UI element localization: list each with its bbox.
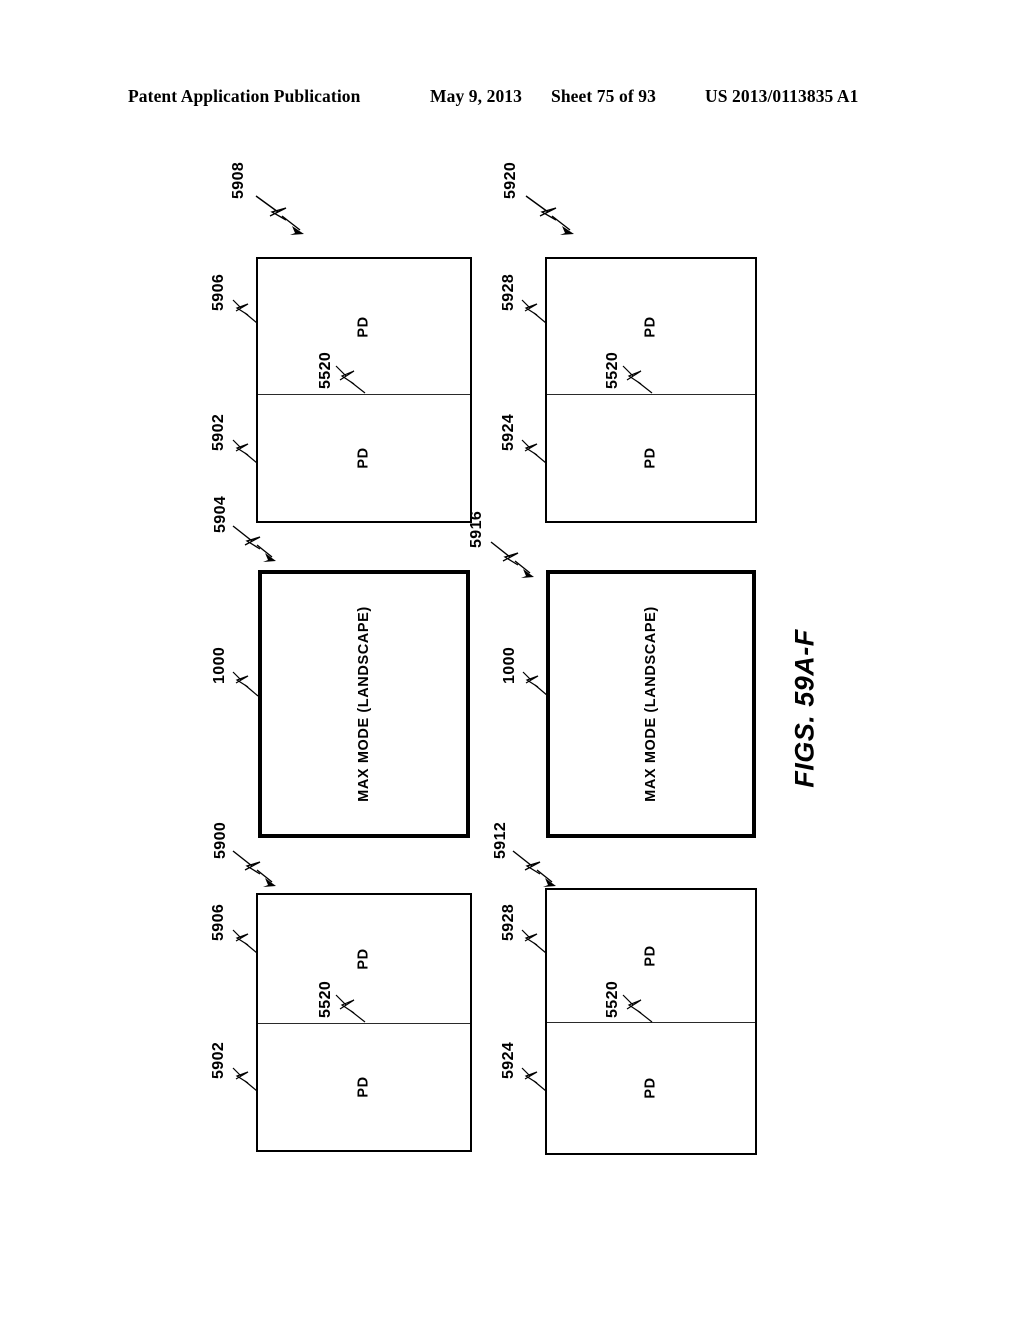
pane-upper-bottom-right: PD: [547, 890, 755, 1022]
lead-line-5902-bottom: [232, 1067, 258, 1092]
pane-upper-bottom-left: PD: [258, 895, 470, 1023]
ref-5924-top: 5924: [500, 413, 517, 451]
pane-label-upper-bottom-right: PD: [643, 945, 659, 967]
max-mode-label-right: MAX MODE (LANDSCAPE): [642, 606, 659, 802]
ref-5520-top-right: 5520: [604, 351, 621, 389]
ref-5924-bottom: 5924: [500, 1041, 517, 1079]
ref-5928-top: 5928: [500, 273, 517, 311]
ref-5908: 5908: [230, 161, 247, 199]
pane-label-lower-bottom-left: PD: [356, 1075, 372, 1098]
pane-label-lower-top-right: PD: [643, 446, 659, 469]
pane-upper-top-right: PD: [547, 259, 755, 394]
lead-line-5904: [232, 525, 276, 562]
ref-5912: 5912: [492, 821, 509, 859]
max-mode-label-wrap-right: MAX MODE (LANDSCAPE): [550, 574, 752, 834]
device-box-top-left: PD PD: [256, 257, 472, 523]
ref-5520-bottom-left: 5520: [317, 980, 334, 1018]
ref-1000-right: 1000: [501, 646, 518, 684]
ref-5928-bottom: 5928: [500, 903, 517, 941]
figure-caption: FIGS. 59A-F: [789, 629, 820, 788]
device-box-middle-right: MAX MODE (LANDSCAPE): [546, 570, 756, 838]
ref-5902-bottom: 5902: [210, 1041, 227, 1079]
lead-line-5902-top: [232, 439, 258, 464]
lead-line-5906-bottom: [232, 929, 258, 954]
pane-lower-bottom-right: PD: [547, 1022, 755, 1153]
lead-line-5924-top: [521, 439, 547, 464]
lead-line-5928-bottom: [521, 929, 547, 954]
ref-1000-left: 1000: [211, 646, 228, 684]
lead-line-5916: [490, 541, 534, 578]
pane-label-upper-top-right: PD: [643, 315, 659, 338]
lead-line-5908: [255, 195, 304, 235]
device-box-bottom-right: PD PD: [545, 888, 757, 1155]
patent-figure-canvas: PD PD 5908 5906 5902 5520 PD PD 5920 592…: [0, 0, 1024, 1320]
ref-5920: 5920: [502, 161, 519, 199]
lead-line-5924-bottom: [521, 1067, 547, 1092]
device-box-top-right: PD PD: [545, 257, 757, 523]
ref-5904: 5904: [212, 495, 229, 533]
lead-line-1000-left: [232, 671, 259, 697]
max-mode-label-wrap-left: MAX MODE (LANDSCAPE): [262, 574, 466, 834]
lead-line-5920: [525, 195, 574, 235]
ref-5916: 5916: [468, 510, 485, 548]
pane-label-upper-top-left: PD: [356, 315, 372, 338]
pane-lower-top-right: PD: [547, 394, 755, 521]
ref-5906-top: 5906: [210, 273, 227, 311]
ref-5906-bottom: 5906: [210, 903, 227, 941]
lead-line-5912: [512, 850, 556, 887]
max-mode-label-left: MAX MODE (LANDSCAPE): [355, 606, 372, 802]
ref-5900: 5900: [212, 821, 229, 859]
pane-label-lower-bottom-right: PD: [643, 1076, 659, 1099]
device-box-middle-left: MAX MODE (LANDSCAPE): [258, 570, 470, 838]
device-box-bottom-left: PD PD: [256, 893, 472, 1152]
ref-5520-top-left: 5520: [317, 351, 334, 389]
pane-label-lower-top-left: PD: [356, 446, 372, 469]
pane-label-upper-bottom-left: PD: [356, 948, 372, 970]
lead-line-5906-top: [232, 299, 258, 324]
pane-lower-bottom-left: PD: [258, 1023, 470, 1150]
lead-line-5900: [232, 850, 276, 887]
ref-5902-top: 5902: [210, 413, 227, 451]
ref-5520-bottom-right: 5520: [604, 980, 621, 1018]
pane-lower-top-left: PD: [258, 394, 470, 521]
pane-upper-top-left: PD: [258, 259, 470, 394]
lead-line-5928-top: [521, 299, 547, 324]
